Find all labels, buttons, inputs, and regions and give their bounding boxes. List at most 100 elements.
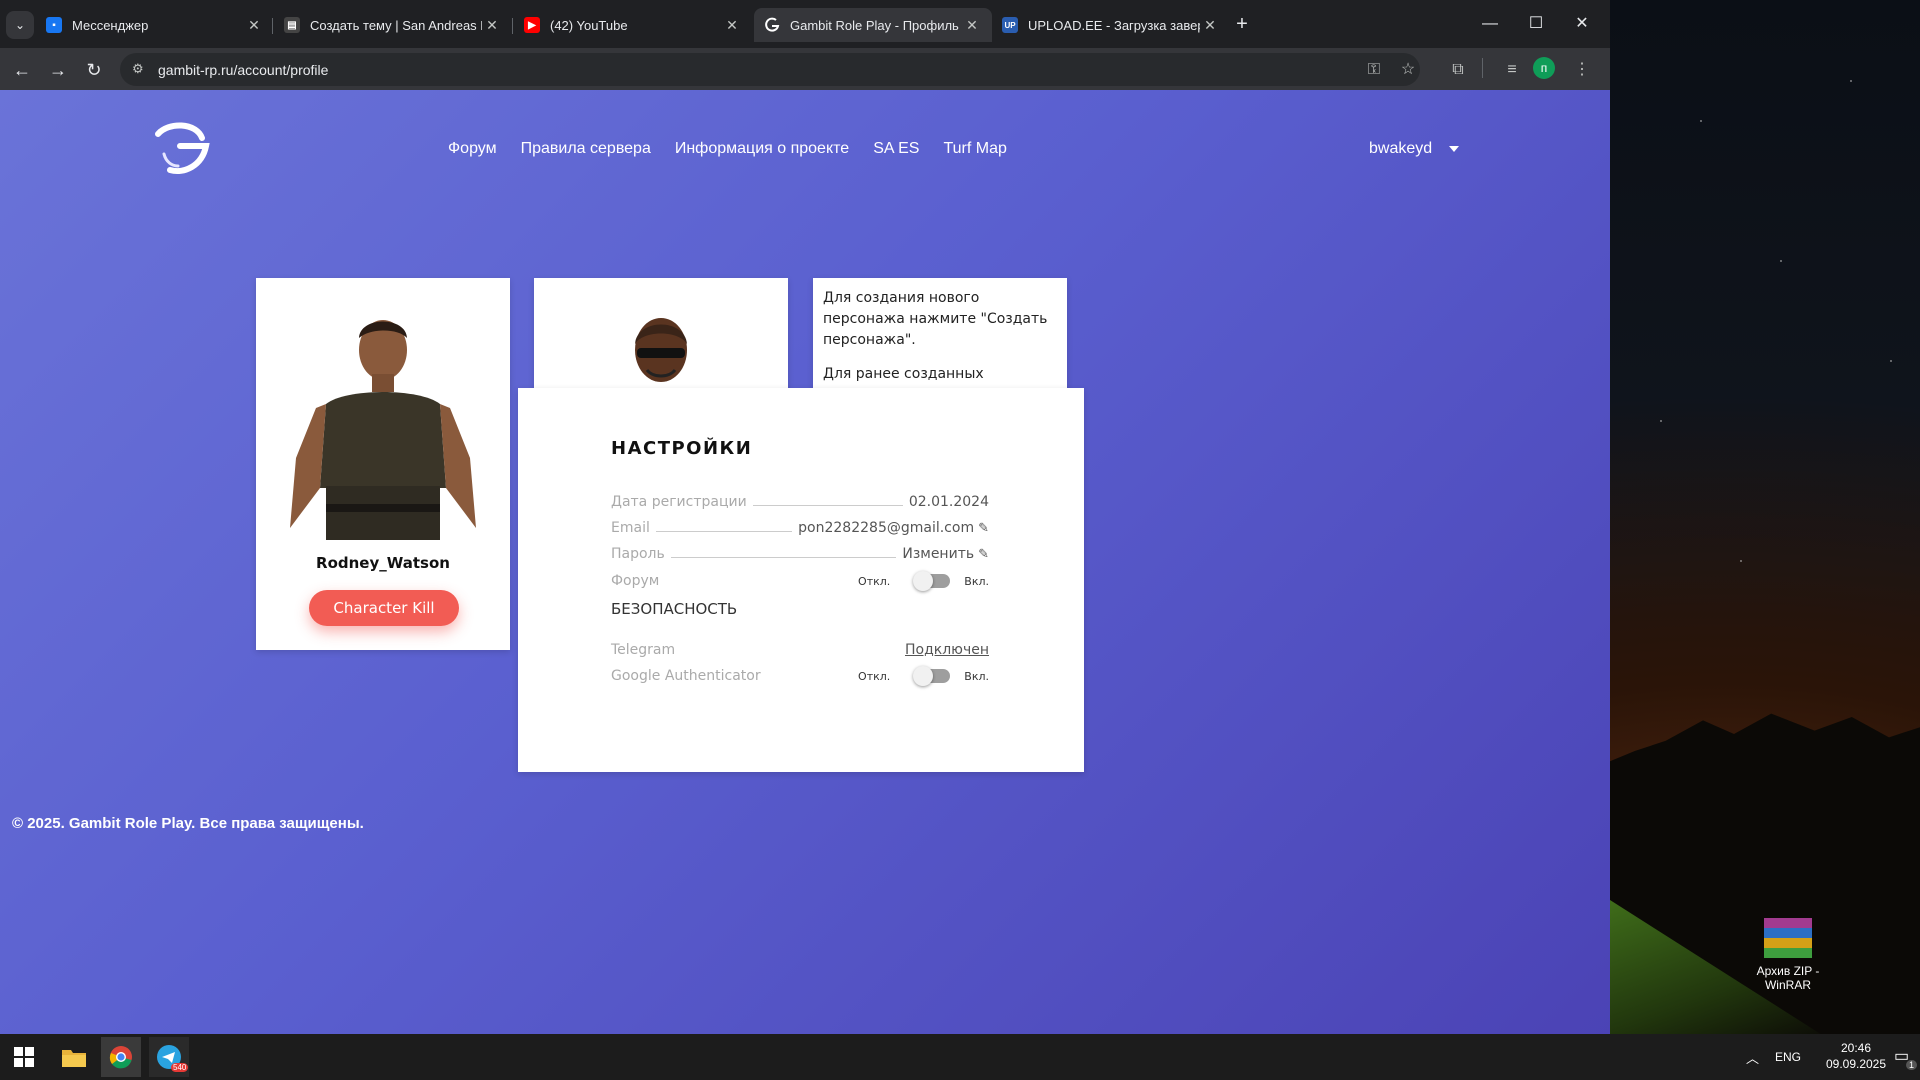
bookmark-star-icon[interactable]: ☆ [1394, 56, 1422, 84]
password-label: Пароль [611, 546, 665, 562]
folder-icon [62, 1050, 86, 1067]
chrome-icon [109, 1046, 132, 1069]
nav-turf-map[interactable]: Turf Map [943, 140, 1006, 158]
desktop-icon-label: Архив ZIP - [1756, 964, 1820, 978]
taskbar: 540 ︿ ENG 20:46 09.09.2025 ▭ 1 [0, 1034, 1920, 1080]
tab-search-button[interactable]: ⌄ [6, 11, 34, 39]
back-button[interactable]: ← [8, 56, 36, 84]
close-icon[interactable]: ✕ [1200, 17, 1220, 34]
dotted-divider [655, 530, 793, 532]
registration-date: 02.01.2024 [908, 494, 989, 510]
upload-icon: UP [1002, 17, 1018, 33]
menu-kebab-icon[interactable]: ⋮ [1568, 56, 1596, 84]
nav-sa-es[interactable]: SA ES [873, 140, 919, 158]
windows-icon [14, 1047, 34, 1067]
messenger-icon: ▪ [46, 17, 62, 33]
close-icon[interactable]: ✕ [722, 17, 742, 34]
nav-server-rules[interactable]: Правила сервера [521, 140, 651, 158]
profile-avatar[interactable]: п [1533, 57, 1555, 79]
footer-copyright: © 2025. Gambit Role Play. Все права защи… [12, 815, 364, 832]
change-password-link[interactable]: Изменить [902, 546, 974, 562]
browser-window: ⌄ ▪ Мессенджер ✕ ▤ Создать тему | San An… [0, 0, 1610, 1040]
settings-title: НАСТРОЙКИ [611, 438, 753, 459]
media-controls-icon[interactable]: ≡ [1498, 56, 1526, 84]
youtube-icon: ▶ [524, 17, 540, 33]
character-card-2[interactable] [534, 278, 788, 398]
google-auth-label: Google Authenticator [611, 668, 761, 684]
tab-gambit-profile[interactable]: Gambit Role Play - Профиль U ✕ [754, 8, 992, 42]
nav-project-info[interactable]: Информация о проекте [675, 140, 849, 158]
tab-messenger[interactable]: ▪ Мессенджер ✕ [36, 8, 274, 42]
wallpaper-star [1740, 560, 1742, 562]
main-nav: Форум Правила сервера Информация о проек… [448, 140, 1007, 158]
toolbar-separator [1482, 58, 1483, 78]
email-row: Email pon2282285@gmail.com ✎ [611, 518, 989, 538]
clock-time: 20:46 [1840, 1041, 1872, 1055]
url-text: gambit-rp.ru/account/profile [158, 61, 329, 78]
language-indicator[interactable]: ENG [1775, 1050, 1801, 1064]
toggle-on-label: Вкл. [964, 574, 989, 588]
character-avatar-2 [635, 318, 687, 382]
gambit-logo[interactable] [150, 120, 210, 178]
tab-upload[interactable]: UP UPLOAD.EE - Загрузка заверш ✕ [992, 8, 1230, 42]
desktop-icon-label: WinRAR [1764, 978, 1811, 992]
wallpaper-star [1890, 360, 1892, 362]
wallpaper-star [1700, 120, 1702, 122]
tab-separator [512, 18, 513, 34]
tab-forum[interactable]: ▤ Создать тему | San Andreas Em ✕ [274, 8, 512, 42]
forum-toggle[interactable] [913, 571, 951, 591]
gambit-icon [764, 17, 780, 33]
tab-strip: ⌄ ▪ Мессенджер ✕ ▤ Создать тему | San An… [0, 0, 1610, 48]
taskbar-file-explorer[interactable] [54, 1037, 94, 1077]
taskbar-chrome[interactable] [101, 1037, 141, 1077]
address-bar[interactable]: ⚙ gambit-rp.ru/account/profile [120, 53, 1420, 86]
tab-youtube[interactable]: ▶ (42) YouTube ✕ [514, 8, 752, 42]
start-button[interactable] [4, 1037, 44, 1077]
tab-title: Gambit Role Play - Профиль U [790, 17, 962, 33]
email-label: Email [611, 520, 650, 536]
chevron-up-icon[interactable]: ︿ [1746, 1048, 1759, 1067]
clock[interactable]: 20:46 09.09.2025 [1822, 1040, 1890, 1072]
dotted-divider [752, 504, 903, 506]
tab-title: UPLOAD.EE - Загрузка заверш [1028, 17, 1200, 33]
tab-title: Создать тему | San Andreas Em [310, 17, 482, 33]
wallpaper-star [1780, 260, 1782, 262]
close-window-button[interactable]: ✕ [1562, 10, 1602, 38]
maximize-button[interactable]: ☐ [1516, 10, 1556, 38]
new-tab-button[interactable]: + [1230, 13, 1254, 36]
browser-toolbar: ← → ↻ ⚙ gambit-rp.ru/account/profile ⚿ ☆… [0, 48, 1610, 90]
site-info-icon[interactable]: ⚙ [132, 61, 144, 77]
password-key-icon[interactable]: ⚿ [1360, 56, 1388, 84]
character-card: Rodney_Watson Character Kill [256, 278, 510, 650]
reload-button[interactable]: ↻ [80, 56, 108, 84]
notification-count: 1 [1906, 1060, 1918, 1070]
extensions-icon[interactable]: ⧉ [1444, 56, 1472, 84]
web-page: Форум Правила сервера Информация о проек… [0, 90, 1610, 1040]
close-icon[interactable]: ✕ [244, 17, 264, 34]
telegram-status-link[interactable]: Подключен [905, 642, 989, 658]
clock-date: 09.09.2025 [1825, 1057, 1887, 1071]
character-kill-button[interactable]: Character Kill [309, 590, 459, 626]
tab-title: Мессенджер [72, 17, 149, 33]
pencil-icon[interactable]: ✎ [978, 547, 989, 562]
tab-separator [272, 18, 273, 34]
email-value: pon2282285@gmail.com [798, 520, 975, 536]
user-menu[interactable]: bwakeyd [1369, 140, 1459, 158]
taskbar-telegram[interactable]: 540 [149, 1037, 189, 1077]
google-auth-toggle[interactable] [913, 666, 951, 686]
nav-forum[interactable]: Форум [448, 140, 497, 158]
pencil-icon[interactable]: ✎ [978, 521, 989, 536]
security-title: БЕЗОПАСНОСТЬ [611, 600, 738, 618]
registration-label: Дата регистрации [611, 494, 747, 510]
password-row: Пароль Изменить ✎ [611, 544, 989, 564]
minimize-button[interactable]: — [1470, 10, 1510, 38]
close-icon[interactable]: ✕ [962, 17, 982, 34]
toggle-on-label: Вкл. [964, 669, 989, 683]
wallpaper-star [1850, 80, 1852, 82]
screen: Архив ZIP - WinRAR ⌄ ▪ Мессенджер ✕ ▤ Со… [0, 0, 1920, 1080]
tab-title: (42) YouTube [550, 17, 628, 33]
desktop-icon-winrar[interactable]: Архив ZIP - WinRAR [1748, 918, 1828, 992]
close-icon[interactable]: ✕ [482, 17, 502, 34]
info-text-create: Для создания нового персонажа нажмите "С… [823, 290, 1048, 348]
forward-button[interactable]: → [44, 56, 72, 84]
